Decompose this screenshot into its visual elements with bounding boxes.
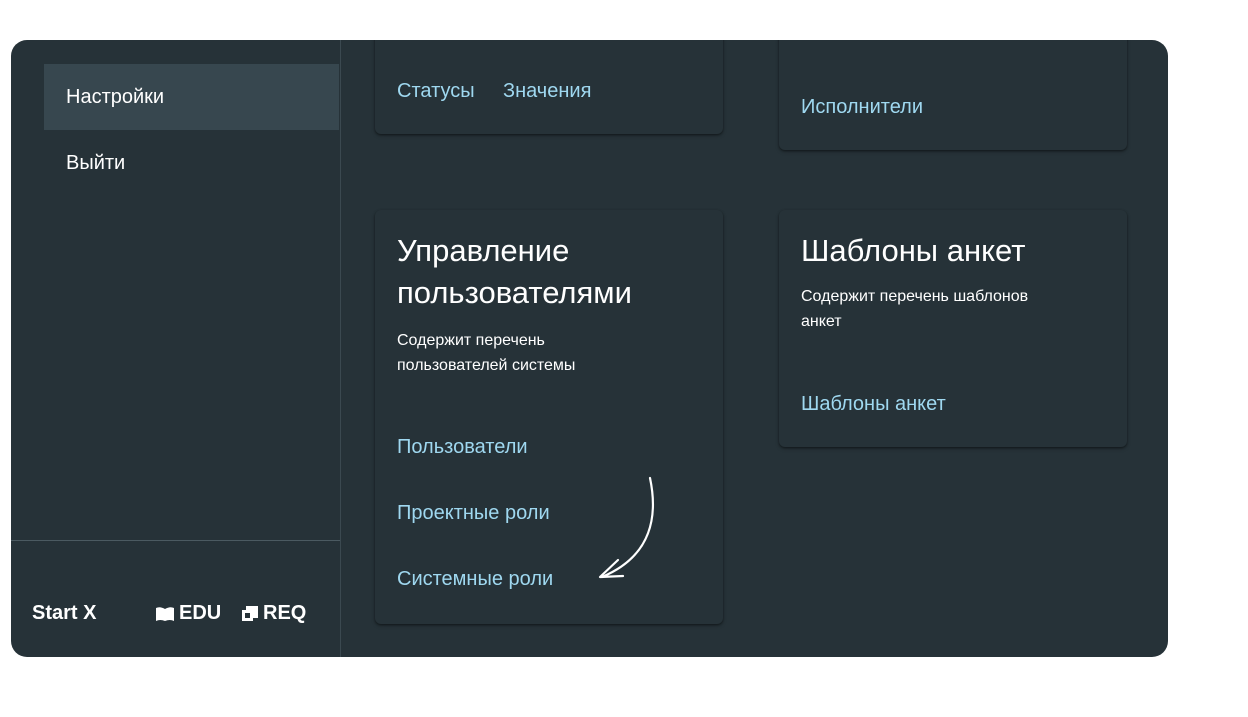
- card-templates: Шаблоны анкет Содержит перечень шаблонов…: [779, 210, 1127, 447]
- link-executors[interactable]: Исполнители: [801, 96, 923, 119]
- card-description-line: Содержит перечень шаблонов: [801, 288, 1029, 305]
- req-link[interactable]: REQ: [241, 602, 306, 625]
- card-statuses: Статусы Значения: [375, 40, 723, 134]
- main-content: Статусы Значения Исполнители Управление …: [341, 40, 1168, 657]
- card-description: Содержит перечень шаблонов анкет: [801, 284, 1028, 334]
- book-icon: [155, 606, 175, 622]
- card-title-line: Управление: [397, 233, 570, 268]
- document-icon: [241, 605, 259, 622]
- card-title-line: пользователями: [397, 275, 632, 310]
- card-description-line: Содержит перечень: [397, 332, 545, 349]
- card-executors: Исполнители: [779, 40, 1127, 150]
- sidebar: Настройки Выйти Start X EDU REQ: [11, 40, 341, 657]
- link-statuses[interactable]: Статусы: [397, 80, 475, 103]
- link-system-roles[interactable]: Системные роли: [397, 568, 553, 591]
- card-description-line: пользователей системы: [397, 357, 576, 374]
- link-users[interactable]: Пользователи: [397, 436, 528, 459]
- startx-label: Start X: [32, 602, 97, 624]
- sidebar-item-label: Выйти: [66, 151, 126, 174]
- startx-logo[interactable]: Start X: [32, 602, 96, 625]
- sidebar-item-settings[interactable]: Настройки: [44, 64, 339, 130]
- card-user-management: Управление пользователями Содержит переч…: [375, 210, 723, 624]
- sidebar-item-label: Настройки: [66, 85, 165, 108]
- card-title: Шаблоны анкет: [801, 233, 1026, 268]
- link-templates[interactable]: Шаблоны анкет: [801, 393, 946, 416]
- card-title: Управление пользователями: [397, 230, 632, 314]
- sidebar-item-logout[interactable]: Выйти: [44, 130, 339, 196]
- link-values[interactable]: Значения: [503, 80, 591, 103]
- card-description: Содержит перечень пользователей системы: [397, 328, 575, 378]
- edu-link[interactable]: EDU: [155, 602, 221, 625]
- edu-label: EDU: [179, 602, 222, 624]
- sidebar-footer: Start X EDU REQ: [11, 540, 340, 657]
- req-label: REQ: [263, 602, 307, 624]
- link-project-roles[interactable]: Проектные роли: [397, 502, 550, 525]
- app-window: Настройки Выйти Start X EDU REQ Статусы …: [11, 40, 1168, 657]
- card-description-line: анкет: [801, 313, 842, 330]
